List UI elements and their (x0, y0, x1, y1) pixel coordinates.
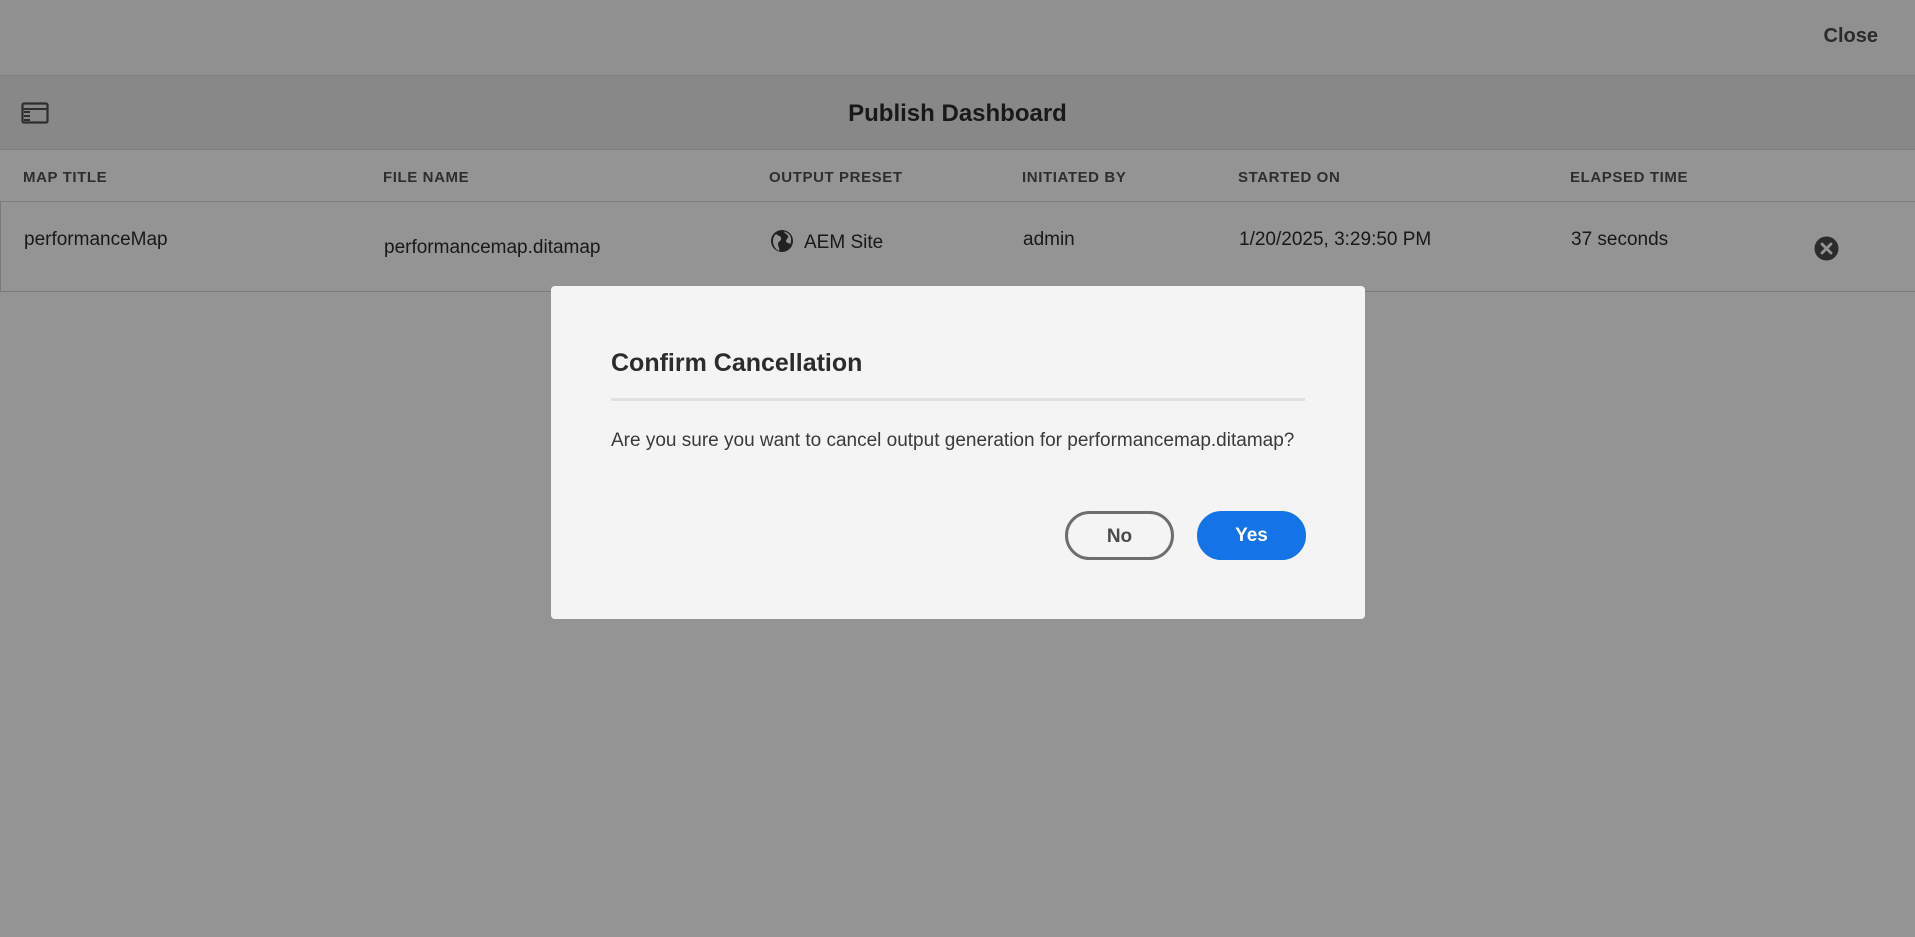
dialog-divider (611, 398, 1305, 401)
confirm-cancellation-dialog: Confirm Cancellation Are you sure you wa… (551, 286, 1365, 619)
dialog-message: Are you sure you want to cancel output g… (611, 430, 1295, 451)
dialog-title: Confirm Cancellation (611, 349, 863, 377)
yes-button[interactable]: Yes (1197, 511, 1306, 560)
no-button[interactable]: No (1065, 511, 1174, 560)
